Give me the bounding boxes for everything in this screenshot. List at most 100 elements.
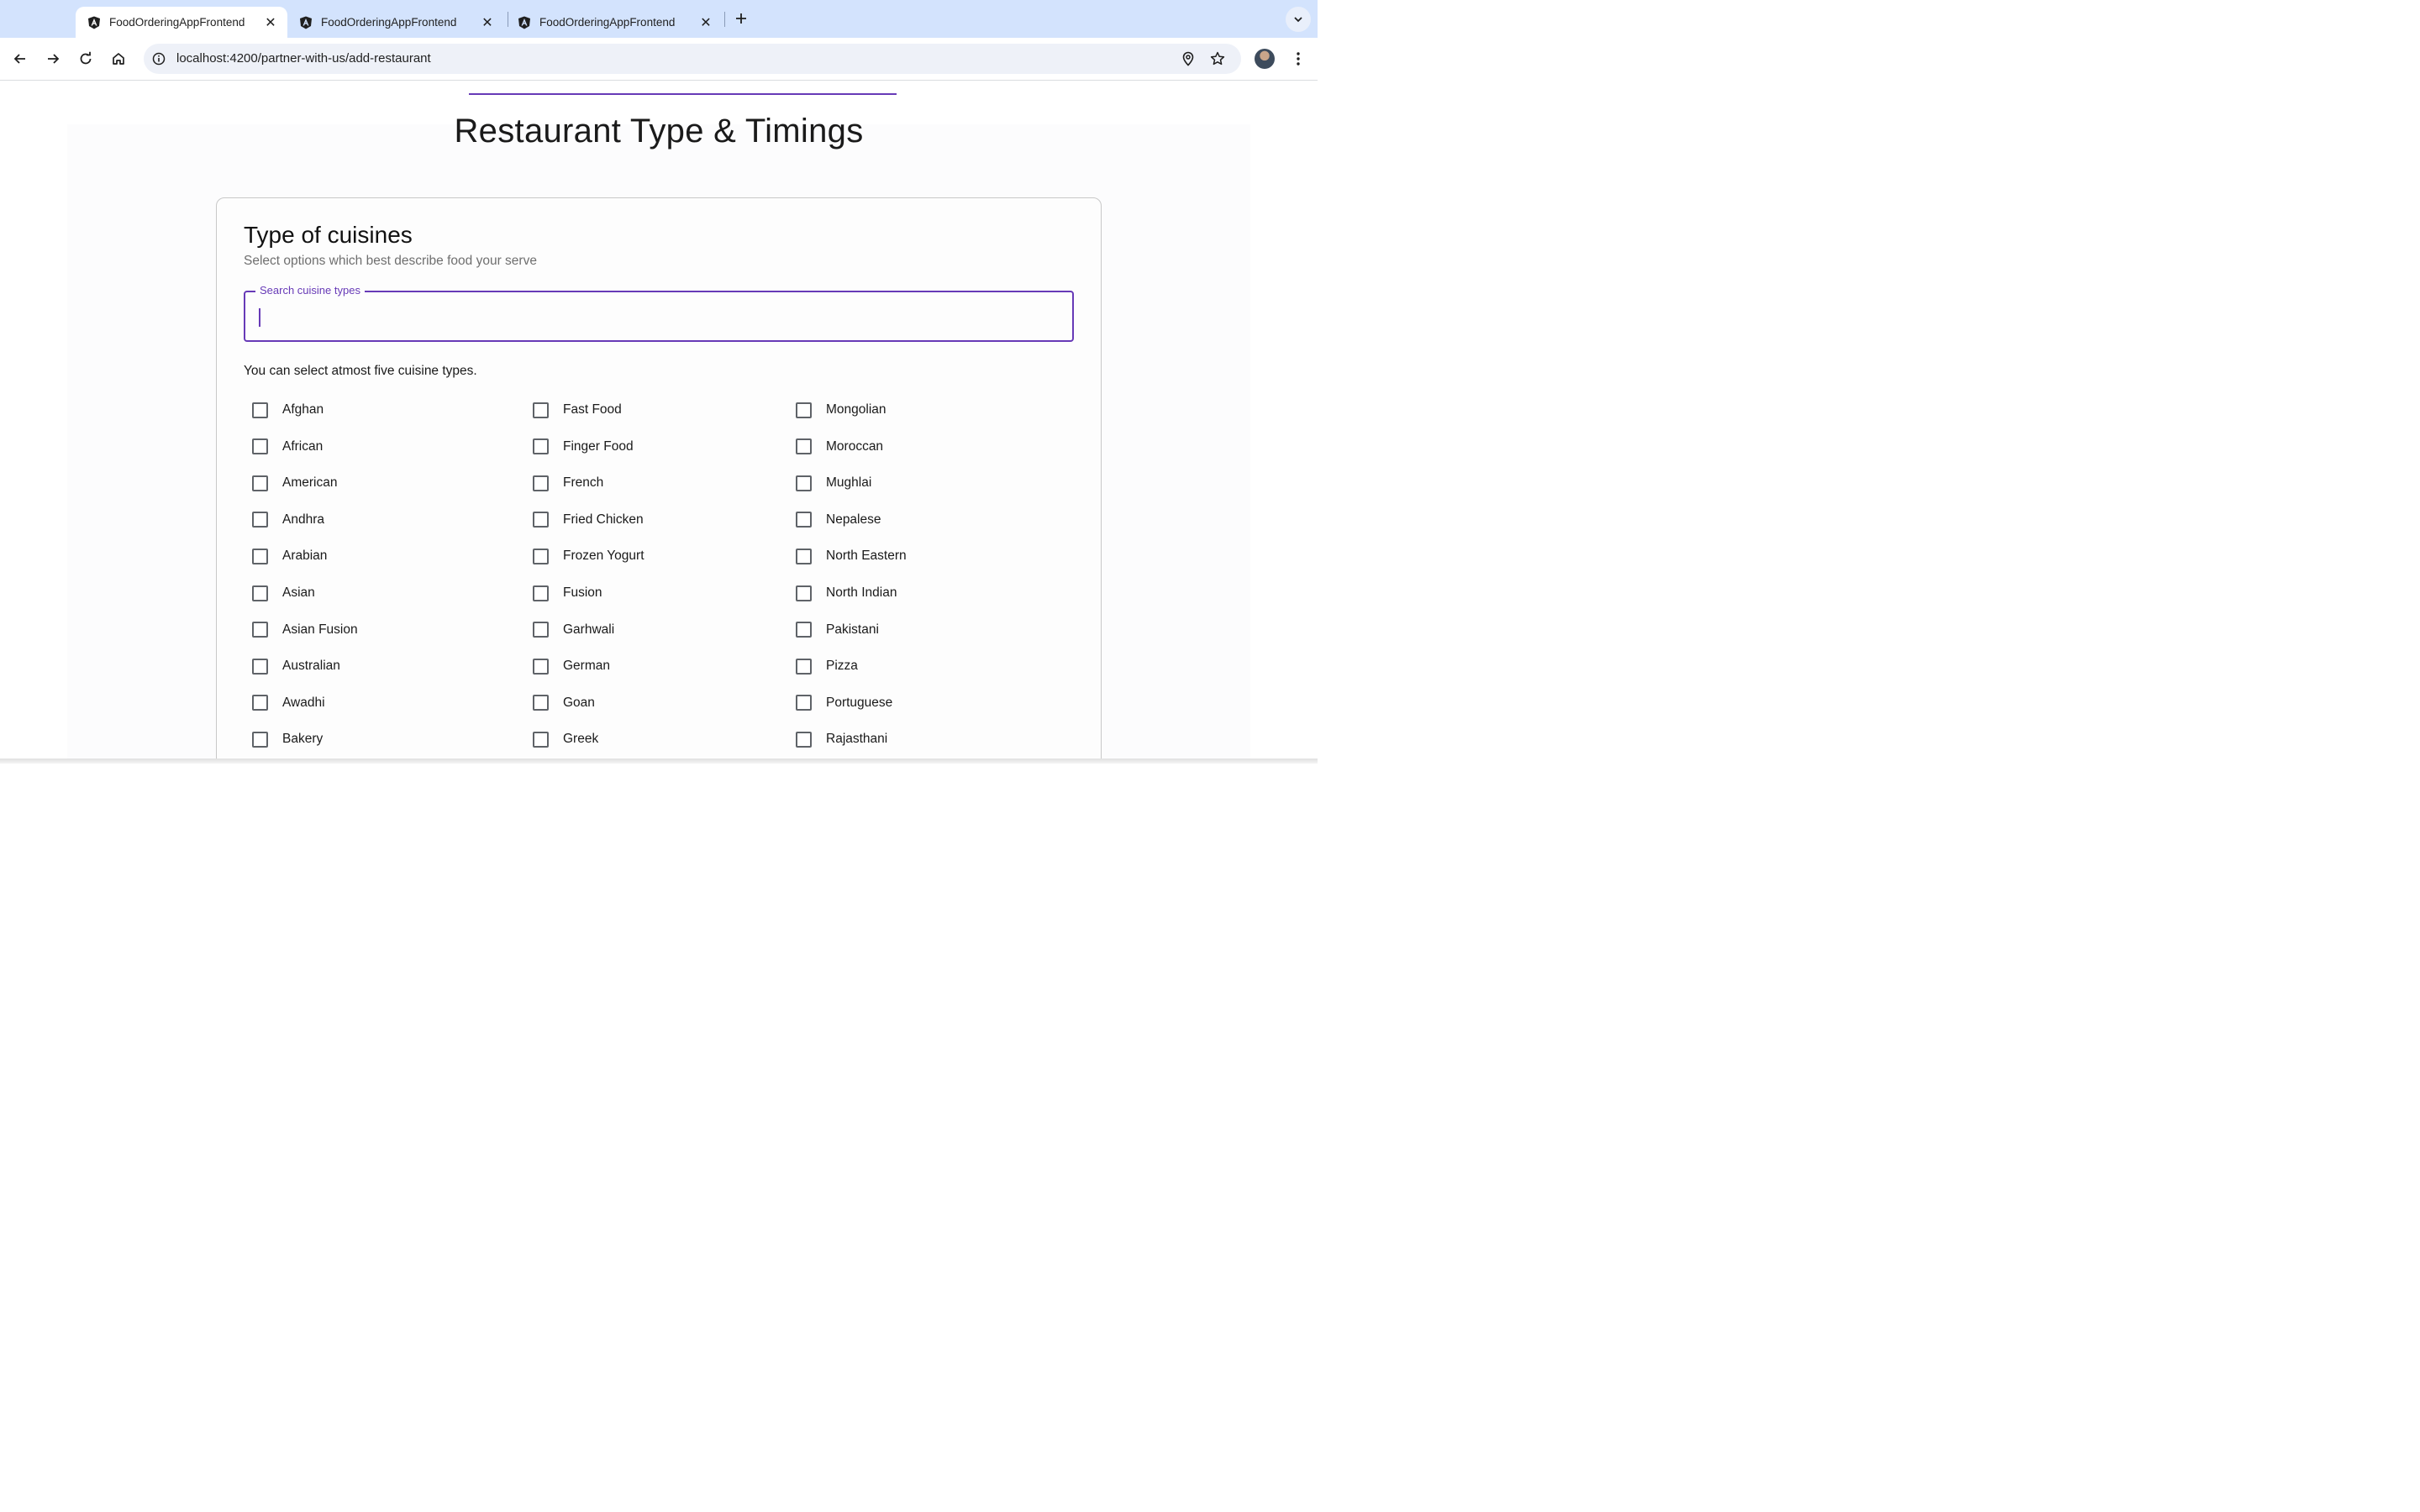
checkbox[interactable]	[252, 658, 268, 675]
plus-icon	[736, 13, 746, 24]
checkbox[interactable]	[796, 512, 812, 528]
checkbox[interactable]	[796, 695, 812, 711]
forward-button[interactable]	[42, 48, 64, 70]
checkbox[interactable]	[252, 438, 268, 455]
cuisine-option[interactable]: Finger Food	[533, 437, 634, 457]
checkbox[interactable]	[796, 731, 812, 748]
more-vertical-icon	[1297, 52, 1300, 66]
url-text[interactable]: localhost:4200/partner-with-us/add-resta…	[176, 51, 431, 66]
location-pin-icon[interactable]	[1180, 50, 1197, 67]
checkbox[interactable]	[796, 658, 812, 675]
cuisine-option[interactable]: Andhra	[252, 510, 324, 530]
close-icon[interactable]: ✕	[699, 16, 713, 30]
home-button[interactable]	[108, 48, 129, 70]
checkbox[interactable]	[533, 695, 549, 711]
page-viewport: Restaurant Type & Timings Type of cuisin…	[0, 81, 1318, 764]
arrow-left-icon	[13, 54, 25, 64]
cuisine-option[interactable]: Bakery	[252, 729, 323, 749]
card-title: Type of cuisines	[244, 222, 413, 248]
cuisine-option[interactable]: Australian	[252, 656, 340, 676]
checkbox[interactable]	[796, 438, 812, 455]
cuisine-option-label: Greek	[563, 732, 599, 747]
cuisine-option-label: German	[563, 659, 610, 674]
cuisine-option[interactable]: Asian Fusion	[252, 620, 358, 640]
cuisine-option-label: Nepalese	[826, 512, 881, 527]
cuisine-option[interactable]: Nepalese	[796, 510, 881, 530]
checkbox[interactable]	[533, 512, 549, 528]
tab-3[interactable]: FoodOrderingAppFrontend ✕	[506, 7, 723, 38]
cuisine-option[interactable]: Afghan	[252, 400, 324, 420]
cuisine-option-label: Rajasthani	[826, 732, 888, 747]
text-caret	[259, 308, 260, 327]
browser-menu-button[interactable]	[1287, 48, 1309, 70]
cuisine-option-label: Awadhi	[282, 695, 325, 710]
bookmark-star-icon[interactable]	[1209, 50, 1226, 67]
cuisine-option[interactable]: Frozen Yogurt	[533, 546, 644, 566]
checkbox[interactable]	[533, 622, 549, 638]
cuisine-option[interactable]: Fusion	[533, 583, 602, 603]
checkbox[interactable]	[533, 475, 549, 491]
tab-2[interactable]: FoodOrderingAppFrontend ✕	[287, 7, 504, 38]
cuisine-option[interactable]: Portuguese	[796, 693, 892, 713]
tab-1[interactable]: FoodOrderingAppFrontend ✕	[76, 7, 287, 38]
cuisine-option[interactable]: Awadhi	[252, 693, 325, 713]
reload-button[interactable]	[75, 48, 97, 70]
close-icon[interactable]: ✕	[481, 16, 494, 30]
cuisine-card: Type of cuisines Select options which be…	[216, 197, 1102, 764]
cuisine-option[interactable]: Mongolian	[796, 400, 886, 420]
checkbox[interactable]	[252, 512, 268, 528]
cuisine-option-label: American	[282, 475, 338, 491]
checkbox[interactable]	[252, 585, 268, 601]
cuisine-option[interactable]: Rajasthani	[796, 729, 887, 749]
cuisine-option[interactable]: Arabian	[252, 546, 327, 566]
checkbox[interactable]	[252, 622, 268, 638]
checkbox[interactable]	[796, 548, 812, 564]
info-icon[interactable]	[150, 50, 167, 67]
checkbox[interactable]	[252, 402, 268, 418]
back-button[interactable]	[9, 48, 31, 70]
profile-avatar[interactable]	[1255, 49, 1275, 69]
new-tab-button[interactable]	[731, 8, 751, 29]
cuisine-option[interactable]: Greek	[533, 729, 598, 749]
cuisine-option[interactable]: North Indian	[796, 583, 897, 603]
cuisine-option[interactable]: African	[252, 437, 323, 457]
cuisine-option[interactable]: Moroccan	[796, 437, 883, 457]
cuisine-option-label: French	[563, 475, 604, 491]
cuisine-option[interactable]: Fast Food	[533, 400, 622, 420]
search-cuisine-input[interactable]	[257, 306, 1055, 328]
address-bar[interactable]: localhost:4200/partner-with-us/add-resta…	[144, 44, 1241, 74]
cuisine-option[interactable]: American	[252, 473, 337, 493]
cuisine-option[interactable]: Asian	[252, 583, 315, 603]
checkbox[interactable]	[796, 585, 812, 601]
checkbox[interactable]	[533, 585, 549, 601]
cuisine-option[interactable]: Goan	[533, 693, 595, 713]
checkbox[interactable]	[796, 402, 812, 418]
close-icon[interactable]: ✕	[264, 16, 277, 30]
checkbox[interactable]	[252, 731, 268, 748]
cuisine-option[interactable]: Pakistani	[796, 620, 879, 640]
checkbox[interactable]	[533, 548, 549, 564]
cuisine-option-label: Portuguese	[826, 695, 893, 710]
checkbox[interactable]	[252, 475, 268, 491]
cuisine-option[interactable]: French	[533, 473, 603, 493]
tab-search-button[interactable]	[1286, 7, 1311, 32]
checkbox[interactable]	[533, 731, 549, 748]
checkbox[interactable]	[533, 658, 549, 675]
cuisine-option[interactable]: Garhwali	[533, 620, 614, 640]
cuisine-option[interactable]: Fried Chicken	[533, 510, 644, 530]
search-cuisine-field[interactable]: Search cuisine types	[244, 284, 1074, 342]
cuisine-option-label: North Eastern	[826, 549, 907, 564]
checkbox[interactable]	[533, 438, 549, 455]
checkbox[interactable]	[796, 475, 812, 491]
cuisine-option[interactable]: North Eastern	[796, 546, 907, 566]
cuisine-option-label: Finger Food	[563, 438, 634, 454]
checkbox[interactable]	[796, 622, 812, 638]
cuisine-option[interactable]: German	[533, 656, 610, 676]
checkbox[interactable]	[252, 548, 268, 564]
cuisine-option-label: Pakistani	[826, 622, 879, 637]
cuisine-option-label: Mongolian	[826, 402, 886, 417]
checkbox[interactable]	[533, 402, 549, 418]
cuisine-option[interactable]: Mughlai	[796, 473, 871, 493]
cuisine-option[interactable]: Pizza	[796, 656, 858, 676]
checkbox[interactable]	[252, 695, 268, 711]
